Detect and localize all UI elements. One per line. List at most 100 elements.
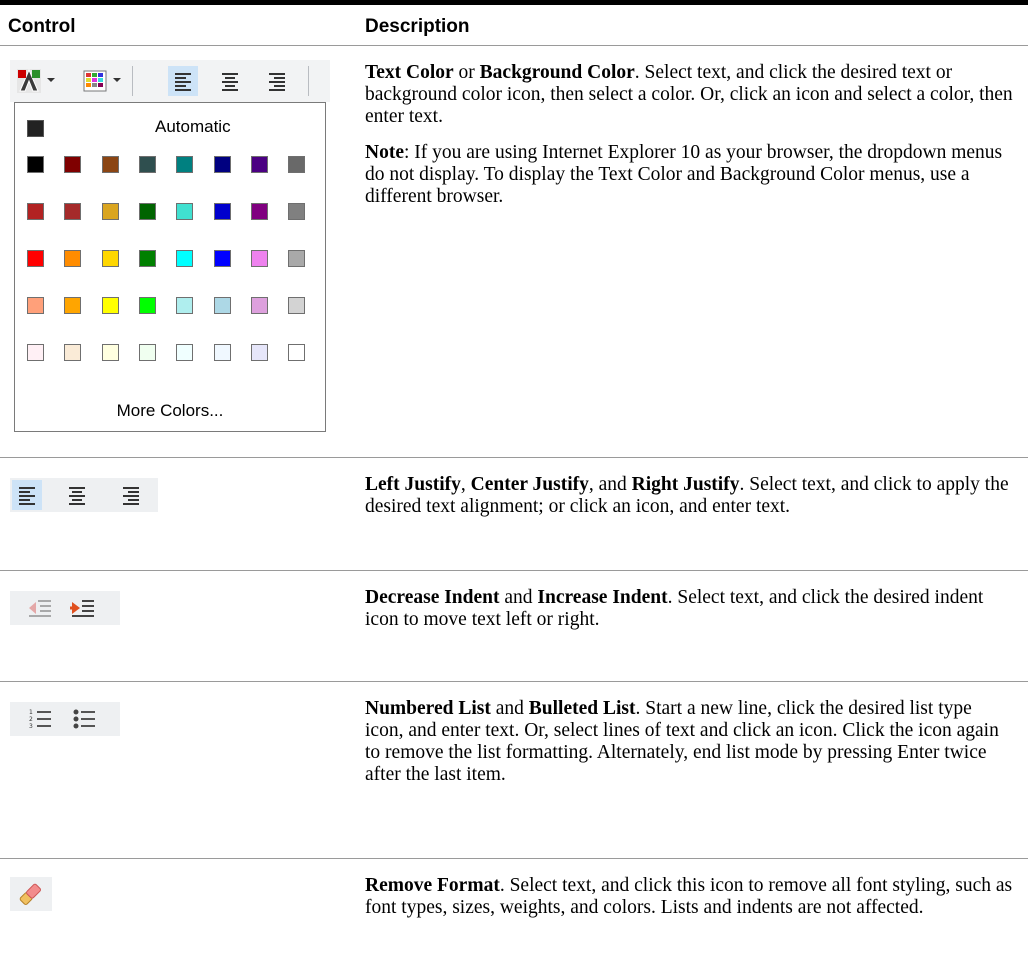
description-text: and xyxy=(490,698,529,719)
note-label: Note xyxy=(365,142,404,163)
color-swatch[interactable] xyxy=(138,344,156,361)
center-justify-icon[interactable] xyxy=(62,480,92,510)
numbered-list-icon[interactable]: 123 xyxy=(26,706,54,732)
color-swatch[interactable] xyxy=(288,203,306,220)
description-paragraph: Decrease Indent and Increase Indent. Sel… xyxy=(365,587,1015,631)
table-header: Control Description xyxy=(0,0,1028,46)
description-paragraph: Left Justify, Center Justify, and Right … xyxy=(365,474,1015,518)
editor-toolbar xyxy=(10,60,330,102)
center-justify-icon[interactable] xyxy=(215,66,245,96)
color-swatch[interactable] xyxy=(27,250,44,267)
more-colors-link[interactable]: More Colors... xyxy=(15,401,325,421)
left-justify-icon[interactable] xyxy=(12,480,42,510)
color-swatch[interactable] xyxy=(27,344,44,361)
description-cell: Text Color or Background Color. Select t… xyxy=(365,62,1015,222)
color-swatch[interactable] xyxy=(250,156,268,173)
color-swatch[interactable] xyxy=(138,250,156,267)
color-swatch[interactable] xyxy=(176,250,194,267)
term-numbered-list: Numbered List xyxy=(365,698,491,719)
color-swatch[interactable] xyxy=(213,344,231,361)
color-swatch[interactable] xyxy=(101,250,119,267)
list-icon-group: 123 xyxy=(10,702,120,736)
text-color-dropdown-arrow[interactable] xyxy=(47,78,55,82)
color-swatch[interactable] xyxy=(101,156,119,173)
remove-format-icon-group xyxy=(10,877,52,911)
color-swatch[interactable] xyxy=(101,297,119,314)
table-row: Remove Format. Select text, and click th… xyxy=(0,859,1028,968)
description-paragraph: Remove Format. Select text, and click th… xyxy=(365,875,1015,919)
color-swatch[interactable] xyxy=(64,344,82,361)
color-swatch[interactable] xyxy=(213,250,231,267)
svg-text:2: 2 xyxy=(29,716,33,723)
color-swatch[interactable] xyxy=(288,250,306,267)
color-swatch[interactable] xyxy=(64,203,82,220)
term-center-justify: Center Justify xyxy=(470,474,589,495)
term-remove-format: Remove Format xyxy=(365,875,500,896)
description-text: and xyxy=(499,587,538,608)
color-swatch[interactable] xyxy=(138,156,156,173)
description-cell: Numbered List and Bulleted List. Start a… xyxy=(365,698,1015,800)
table-row: Left Justify, Center Justify, and Right … xyxy=(0,458,1028,571)
color-swatch[interactable] xyxy=(213,156,231,173)
left-justify-icon[interactable] xyxy=(168,66,198,96)
color-swatch[interactable] xyxy=(64,250,82,267)
color-swatch[interactable] xyxy=(101,203,119,220)
color-swatch[interactable] xyxy=(250,203,268,220)
automatic-color-swatch[interactable] xyxy=(27,120,44,137)
color-swatch[interactable] xyxy=(213,203,231,220)
color-swatch[interactable] xyxy=(64,156,82,173)
table-row: Decrease Indent and Increase Indent. Sel… xyxy=(0,571,1028,682)
automatic-label[interactable]: Automatic xyxy=(155,117,231,137)
term-left-justify: Left Justify xyxy=(365,474,461,495)
color-swatch[interactable] xyxy=(176,297,194,314)
background-color-dropdown-arrow[interactable] xyxy=(113,78,121,82)
eraser-icon[interactable] xyxy=(16,880,44,908)
note-paragraph: Note: If you are using Internet Explorer… xyxy=(365,142,1015,208)
color-swatch[interactable] xyxy=(64,297,82,314)
description-paragraph: Numbered List and Bulleted List. Start a… xyxy=(365,698,1015,786)
svg-text:3: 3 xyxy=(29,723,33,730)
note-text: : If you are using Internet Explorer 10 … xyxy=(365,142,1003,207)
color-swatch[interactable] xyxy=(288,156,306,173)
color-palette-dropdown: Automatic More Colors... xyxy=(14,102,326,432)
justify-icon-group xyxy=(10,478,158,512)
description-text: , and xyxy=(588,474,632,495)
color-swatch[interactable] xyxy=(101,344,119,361)
indent-icon-group xyxy=(10,591,120,625)
text-color-icon[interactable] xyxy=(14,66,44,96)
color-swatch[interactable] xyxy=(176,203,194,220)
toolbar-separator xyxy=(308,66,309,96)
table-row: 123 Numbered List and Bulleted List. Sta… xyxy=(0,682,1028,859)
color-swatch[interactable] xyxy=(288,344,306,361)
description-cell: Left Justify, Center Justify, and Right … xyxy=(365,474,1015,532)
color-swatch[interactable] xyxy=(176,344,194,361)
term-background-color: Background Color xyxy=(479,62,635,83)
term-right-justify: Right Justify xyxy=(631,474,740,495)
right-justify-icon[interactable] xyxy=(262,66,292,96)
bulleted-list-icon[interactable] xyxy=(70,706,98,732)
toolbar-separator xyxy=(132,66,133,96)
color-swatch[interactable] xyxy=(138,203,156,220)
color-swatch[interactable] xyxy=(176,156,194,173)
color-swatch[interactable] xyxy=(213,297,231,314)
color-swatch[interactable] xyxy=(250,297,268,314)
header-control: Control xyxy=(8,16,76,37)
color-swatch[interactable] xyxy=(288,297,306,314)
table-row: Automatic More Colors... Text Color or B… xyxy=(0,46,1028,458)
description-text: , xyxy=(460,474,471,495)
term-decrease-indent: Decrease Indent xyxy=(365,587,500,608)
color-swatch[interactable] xyxy=(250,250,268,267)
header-description: Description xyxy=(365,16,470,37)
decrease-indent-icon[interactable] xyxy=(26,595,54,621)
color-swatch[interactable] xyxy=(27,297,44,314)
description-text: or xyxy=(453,62,480,83)
color-swatch[interactable] xyxy=(138,297,156,314)
increase-indent-icon[interactable] xyxy=(68,595,96,621)
background-color-icon[interactable] xyxy=(80,66,110,96)
color-swatch[interactable] xyxy=(250,344,268,361)
term-bulleted-list: Bulleted List xyxy=(528,698,636,719)
description-cell: Decrease Indent and Increase Indent. Sel… xyxy=(365,587,1015,645)
right-justify-icon[interactable] xyxy=(116,480,146,510)
color-swatch[interactable] xyxy=(27,203,44,220)
color-swatch[interactable] xyxy=(27,156,44,173)
